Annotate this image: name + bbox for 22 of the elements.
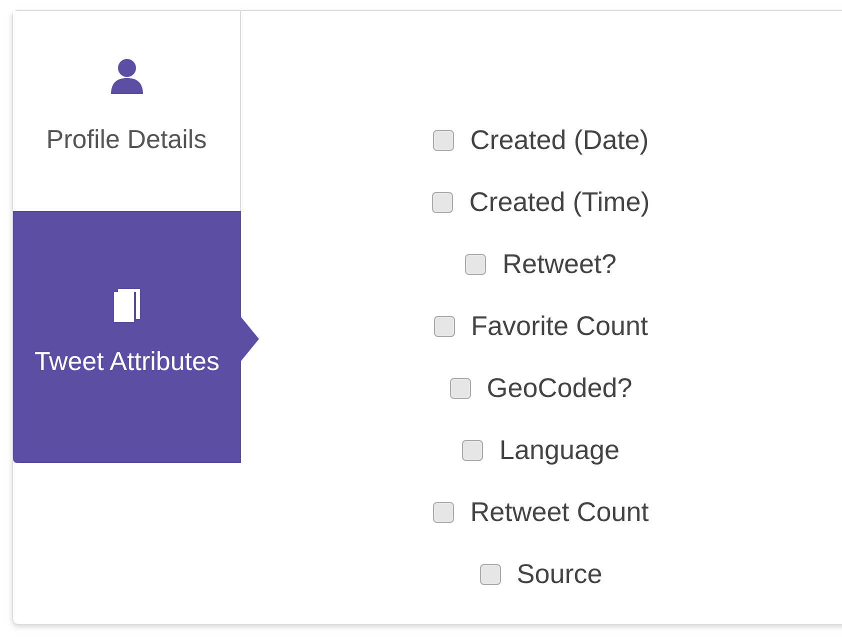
checkbox[interactable] — [465, 254, 486, 274]
checkbox[interactable] — [433, 130, 454, 150]
checkbox[interactable] — [450, 378, 471, 398]
checkbox[interactable] — [462, 440, 484, 460]
option-label: Source — [516, 558, 602, 591]
user-icon — [110, 58, 144, 94]
tab-label: Tweet Attributes — [34, 345, 220, 378]
checkbox[interactable] — [432, 192, 454, 212]
option-label: Retweet? — [502, 248, 617, 281]
checkbox[interactable] — [480, 564, 501, 584]
option-label: Favorite Count — [470, 310, 648, 343]
pointer-icon — [241, 317, 259, 361]
option-label: Language — [499, 434, 620, 467]
tab-label: Profile Details — [45, 123, 208, 156]
checkbox[interactable] — [434, 316, 455, 336]
sidebar-tab[interactable]: Profile Details — [13, 11, 241, 211]
option-label: Created (Date) — [470, 124, 649, 157]
option-label: Retweet Count — [470, 496, 649, 529]
checkbox[interactable] — [433, 502, 454, 522]
option-label: GeoCoded? — [486, 372, 632, 405]
option-label: Created (Time) — [469, 186, 650, 219]
book-icon — [112, 288, 142, 324]
